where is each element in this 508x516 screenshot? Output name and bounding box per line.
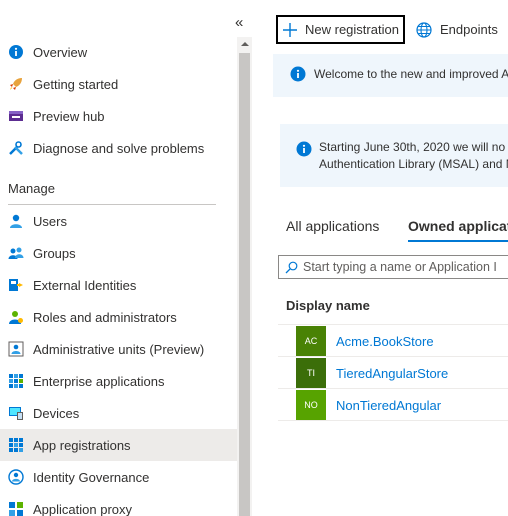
- left-nav: Overview Getting started Preview hub Dia…: [0, 0, 237, 516]
- app-avatar: NO: [296, 390, 326, 420]
- search-icon: [285, 261, 298, 274]
- scroll-up-arrow-icon[interactable]: [237, 37, 252, 51]
- nav-item-label: Application proxy: [33, 501, 132, 516]
- external-identities-icon: [8, 277, 24, 293]
- scrollbar-thumb[interactable]: [239, 53, 250, 516]
- nav-item-devices[interactable]: Devices: [0, 397, 237, 429]
- nav-item-overview[interactable]: Overview: [0, 36, 237, 68]
- identity-governance-icon: [8, 469, 24, 485]
- nav-item-label: App registrations: [33, 437, 131, 453]
- nav-item-external-identities[interactable]: External Identities: [0, 269, 237, 301]
- app-name-link[interactable]: TieredAngularStore: [336, 366, 448, 381]
- new-registration-button[interactable]: New registration: [276, 15, 405, 44]
- nav-item-preview-hub[interactable]: Preview hub: [0, 100, 237, 132]
- user-icon: [8, 213, 24, 229]
- table-row[interactable]: NO NonTieredAngular: [278, 388, 508, 421]
- tab-owned-applications[interactable]: Owned applicat: [408, 218, 508, 234]
- application-proxy-icon: [8, 501, 24, 516]
- app-avatar: AC: [296, 326, 326, 356]
- rocket-icon: [8, 76, 24, 92]
- table-row[interactable]: AC Acme.BookStore: [278, 324, 508, 357]
- endpoints-button[interactable]: Endpoints: [416, 15, 498, 44]
- table-row[interactable]: TI TieredAngularStore: [278, 356, 508, 389]
- app-name-link[interactable]: Acme.BookStore: [336, 334, 434, 349]
- nav-item-label: Users: [33, 213, 67, 229]
- search-input[interactable]: Start typing a name or Application I: [278, 255, 508, 279]
- app-registrations-icon: [8, 437, 24, 453]
- column-header-display-name[interactable]: Display name: [286, 298, 370, 313]
- nav-item-label: Preview hub: [33, 108, 105, 124]
- nav-item-application-proxy[interactable]: Application proxy: [0, 493, 237, 516]
- notice-banner: Starting June 30th, 2020 we will no l Au…: [280, 124, 508, 187]
- nav-item-label: Enterprise applications: [33, 373, 165, 389]
- globe-icon: [416, 21, 432, 38]
- nav-item-label: Getting started: [33, 76, 119, 92]
- nav-item-label: External Identities: [33, 277, 137, 293]
- active-tab-indicator: [408, 240, 508, 242]
- nav-item-users[interactable]: Users: [0, 205, 237, 237]
- nav-scrollbar[interactable]: [237, 37, 252, 516]
- groups-icon: [8, 245, 24, 261]
- info-icon: [296, 141, 312, 157]
- nav-item-label: Groups: [33, 245, 76, 261]
- wrench-icon: [8, 140, 24, 156]
- nav-item-diagnose[interactable]: Diagnose and solve problems: [0, 132, 237, 164]
- nav-item-getting-started[interactable]: Getting started: [0, 68, 237, 100]
- nav-item-roles[interactable]: Roles and administrators: [0, 301, 237, 333]
- notice-banner-line1: Starting June 30th, 2020 we will no l: [319, 140, 508, 154]
- tab-all-applications[interactable]: All applications: [286, 218, 379, 234]
- nav-item-groups[interactable]: Groups: [0, 237, 237, 269]
- nav-item-app-registrations[interactable]: App registrations: [0, 429, 237, 461]
- plus-icon: [283, 22, 297, 37]
- collapse-nav-button[interactable]: «: [235, 14, 243, 31]
- info-icon: [8, 44, 24, 60]
- nav-item-enterprise-apps[interactable]: Enterprise applications: [0, 365, 237, 397]
- nav-item-label: Devices: [33, 405, 80, 421]
- info-icon: [290, 66, 306, 82]
- nav-item-label: Diagnose and solve problems: [33, 140, 205, 156]
- welcome-banner-text: Welcome to the new and improved A: [314, 67, 508, 81]
- nav-item-label: Identity Governance: [33, 469, 150, 485]
- nav-item-identity-governance[interactable]: Identity Governance: [0, 461, 237, 493]
- new-registration-label: New registration: [305, 22, 399, 37]
- search-placeholder: Start typing a name or Application I: [303, 260, 497, 274]
- admin-units-icon: [8, 341, 24, 357]
- nav-item-admin-units[interactable]: Administrative units (Preview): [0, 333, 237, 365]
- enterprise-apps-icon: [8, 373, 24, 389]
- manage-section-header: Manage: [8, 181, 55, 196]
- app-avatar: TI: [296, 358, 326, 388]
- notice-banner-line2: Authentication Library (MSAL) and M: [319, 157, 508, 171]
- preview-hub-icon: [8, 108, 24, 124]
- app-name-link[interactable]: NonTieredAngular: [336, 398, 441, 413]
- nav-item-label: Roles and administrators: [33, 309, 177, 325]
- endpoints-label: Endpoints: [440, 22, 498, 37]
- devices-icon: [8, 405, 24, 421]
- divider: [278, 420, 508, 421]
- roles-icon: [8, 309, 24, 325]
- nav-item-label: Administrative units (Preview): [33, 341, 205, 357]
- welcome-banner: Welcome to the new and improved A: [273, 54, 508, 97]
- nav-item-label: Overview: [33, 44, 88, 60]
